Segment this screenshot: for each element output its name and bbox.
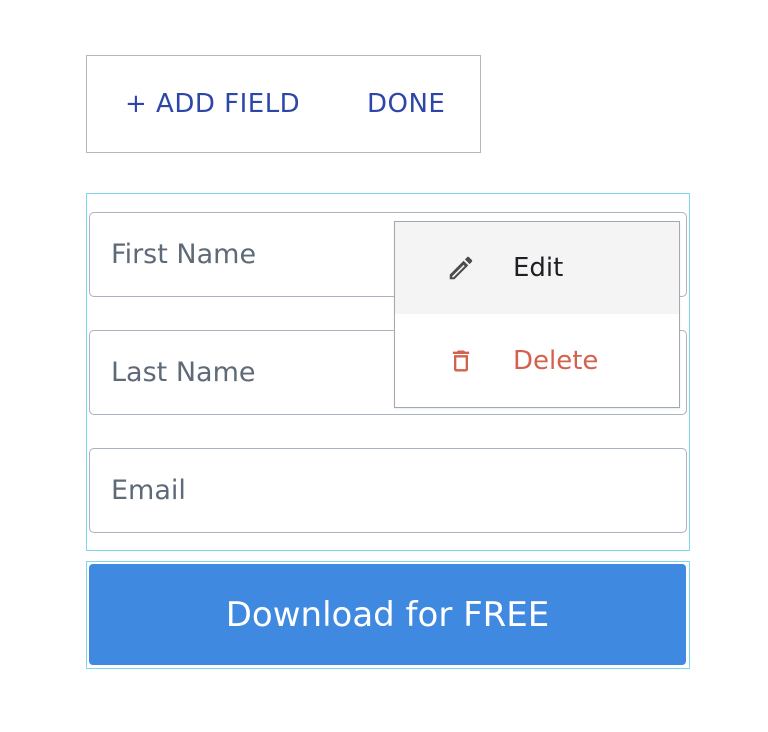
email-placeholder: Email — [111, 475, 186, 506]
add-field-button[interactable]: + ADD FIELD — [125, 56, 300, 152]
download-button[interactable]: Download for FREE — [89, 564, 686, 665]
menu-item-edit[interactable]: Edit — [395, 222, 679, 314]
done-button[interactable]: DONE — [367, 56, 445, 152]
first-name-placeholder: First Name — [111, 239, 257, 270]
submit-button-wrapper: Download for FREE — [86, 561, 690, 669]
pencil-icon — [445, 252, 477, 284]
page: + ADD FIELD DONE First Name Last Name Em… — [0, 0, 768, 732]
last-name-placeholder: Last Name — [111, 357, 256, 388]
email-field[interactable]: Email — [89, 448, 687, 533]
form-toolbar: + ADD FIELD DONE — [86, 55, 481, 153]
menu-item-delete-label: Delete — [513, 346, 599, 376]
trash-icon — [445, 345, 477, 377]
menu-item-edit-label: Edit — [513, 253, 564, 283]
field-context-menu: Edit Delete — [394, 221, 680, 408]
menu-item-delete[interactable]: Delete — [395, 315, 679, 407]
